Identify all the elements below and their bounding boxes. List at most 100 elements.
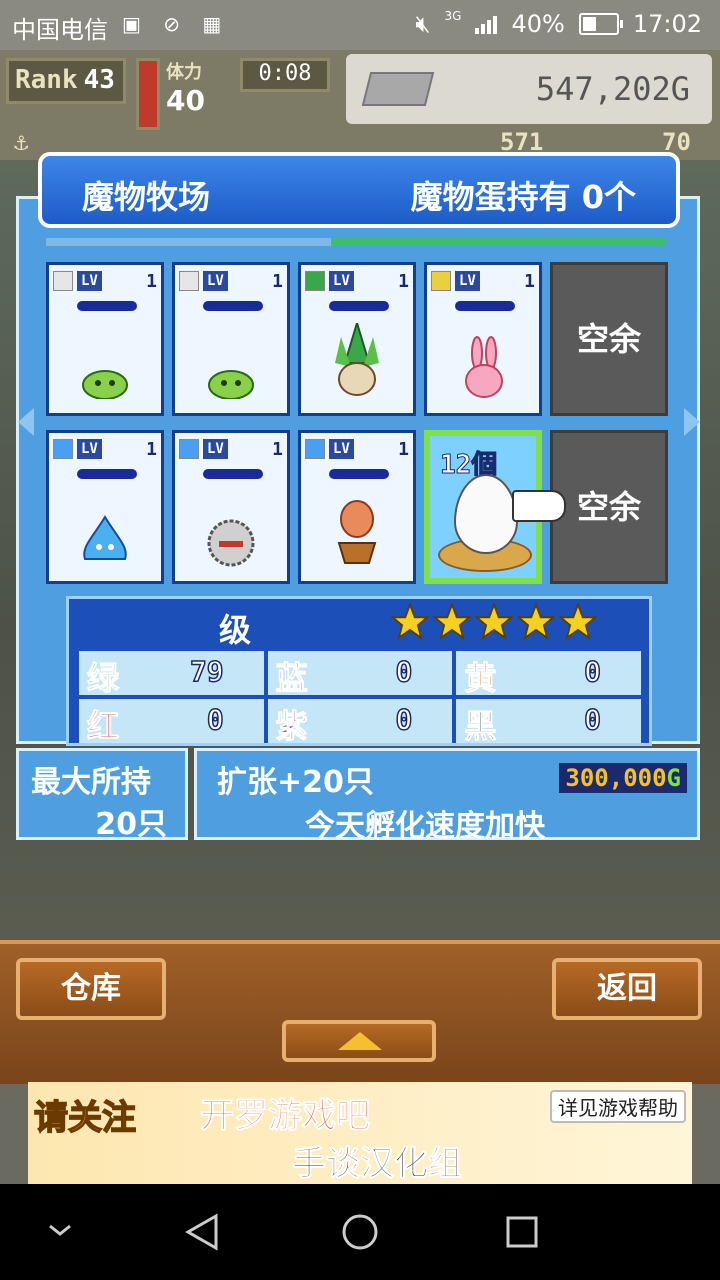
notification-icons: ▣ ⊘ ▦ [122, 12, 230, 36]
expand-button[interactable]: 扩张+20只 300,000G 今天孵化速度加快 [194, 748, 700, 844]
status-bar: 中国电信 ▣ ⊘ ▦ 🔇︎ 3G 40% 17:02 [0, 0, 720, 50]
expand-menu-button[interactable] [282, 1020, 436, 1062]
monster-slot-card[interactable]: LV 1 [172, 430, 290, 584]
expand-price-value: 300,000 [565, 764, 667, 792]
bottom-wood-bar: 仓库 返回 [0, 940, 720, 1084]
stat-label: 紫 [275, 707, 308, 746]
egg-holding-status: 魔物蛋持有 0个 [410, 178, 636, 216]
expand-price: 300,000G [559, 763, 687, 793]
monster-level: 1 [272, 439, 283, 460]
empty-slot[interactable]: 空余 [550, 430, 668, 584]
gold-amount: 547,202G [535, 70, 690, 108]
stat-label: 绿 [86, 659, 120, 698]
stat-cell: 绿 79 [79, 651, 264, 698]
monster-level: 1 [146, 439, 157, 460]
stat-cell: 黄0 [456, 651, 642, 698]
ranch-title-bar: 魔物牧场 魔物蛋持有 0个 [38, 152, 680, 228]
monster-level: 1 [398, 271, 409, 292]
ad-banner[interactable]: 请关注 开罗游戏吧 手谈汉化组 详见游戏帮助 [28, 1082, 692, 1185]
monster-slot-card[interactable]: LV 1 [298, 430, 416, 584]
stat-cell: 黑0 [456, 699, 642, 746]
monster-slot-card[interactable]: LV 1 [424, 262, 542, 416]
hp-gauge [136, 58, 160, 130]
level-table: 级 绿 79 蓝 0 黄 0 红0紫0黑0 [66, 596, 652, 746]
recents-icon[interactable] [502, 1212, 542, 1252]
xp-bar [77, 469, 137, 479]
back-icon[interactable] [182, 1212, 222, 1252]
element-icon [179, 439, 199, 459]
element-icon [305, 271, 325, 291]
ranch-title: 魔物牧场 [82, 178, 211, 216]
monster-slot-card[interactable]: LV 1 [46, 430, 164, 584]
octopus-pot-icon [329, 497, 385, 571]
carrier-name: 中国电信 [12, 16, 108, 44]
ad-line3: 手谈汉化组 [292, 1144, 463, 1185]
ranch-progress-fill [331, 238, 666, 246]
up-arrow-icon [338, 1032, 382, 1050]
monster-slot-card[interactable]: LV 1 [172, 262, 290, 416]
stat-cell: 红0 [79, 699, 264, 746]
battery-percent: 40% [511, 10, 565, 38]
green-slime-icon [206, 363, 256, 403]
fuzzball-icon [203, 517, 259, 571]
level-tag: LV [77, 439, 102, 459]
element-icon [53, 271, 73, 291]
xp-bar [203, 469, 263, 479]
xp-bar [77, 301, 137, 311]
level-title: 级 [219, 611, 252, 649]
hatch-speed-notice: 今天孵化速度加快 [305, 809, 545, 844]
mute-icon: 🔇︎ [415, 10, 431, 38]
stamina-value: 40 [166, 84, 205, 117]
stat-value: 0 [583, 654, 602, 689]
empty-slot[interactable]: 空余 [550, 262, 668, 416]
stat-value: 0 [395, 654, 413, 689]
gold-currency-icon: G [666, 764, 681, 792]
empty-slot-label: 空余 [576, 488, 641, 526]
gold-display: 547,202G [346, 54, 712, 124]
ad-help-label: 详见游戏帮助 [550, 1090, 686, 1123]
left-arrow-icon[interactable] [18, 408, 34, 436]
monster-level: 1 [398, 439, 409, 460]
stat-row: 绿 79 蓝 0 黄 0 [79, 651, 642, 698]
star-icon [391, 603, 429, 641]
stat-row: 红0紫0黑0 [79, 699, 642, 746]
back-button[interactable]: 返回 [552, 958, 702, 1020]
xp-bar [203, 301, 263, 311]
capacity-value: 20只 [95, 807, 167, 842]
network-label: 3G [444, 9, 462, 23]
monster-slot-card[interactable]: LV 1 [298, 262, 416, 416]
ranch-progress-bar [46, 238, 666, 246]
android-nav-bar [0, 1184, 720, 1280]
leaf-sprout-icon [331, 319, 383, 403]
pink-rabbit-icon [459, 335, 507, 403]
battery-icon [578, 13, 623, 35]
monster-slot-card[interactable]: LV 1 [46, 262, 164, 416]
monster-level: 1 [272, 271, 283, 292]
right-arrow-icon[interactable] [684, 408, 700, 436]
star-icon [517, 603, 555, 641]
xp-bar [329, 469, 389, 479]
stat-cell: 紫0 [267, 699, 453, 746]
xp-bar [455, 301, 515, 311]
element-icon [305, 439, 325, 459]
star-icon [433, 603, 471, 641]
signal-icon [475, 14, 498, 34]
egg-icon [454, 474, 518, 554]
ad-line1: 请关注 [33, 1097, 137, 1139]
chevron-down-icon[interactable] [46, 1220, 74, 1240]
monster-level: 1 [146, 271, 157, 292]
timer: 0:08 [240, 58, 330, 92]
warehouse-button[interactable]: 仓库 [16, 958, 166, 1020]
star-icon [475, 603, 513, 641]
game-hud: Rank 43 体力 40 0:08 547,202G ⚓ 571 70 [0, 50, 720, 160]
element-icon [53, 439, 73, 459]
capacity-label: 最大所持 [31, 765, 151, 800]
home-icon[interactable] [340, 1212, 380, 1252]
anchor-icon: ⚓ [14, 128, 29, 156]
rank-label: Rank [15, 65, 78, 95]
rank-display: Rank 43 [6, 58, 126, 104]
stamina-label: 体力 [166, 62, 202, 83]
stat-label: 蓝 [275, 659, 308, 698]
xp-bar [329, 301, 389, 311]
stat-label: 黄 [464, 659, 497, 698]
